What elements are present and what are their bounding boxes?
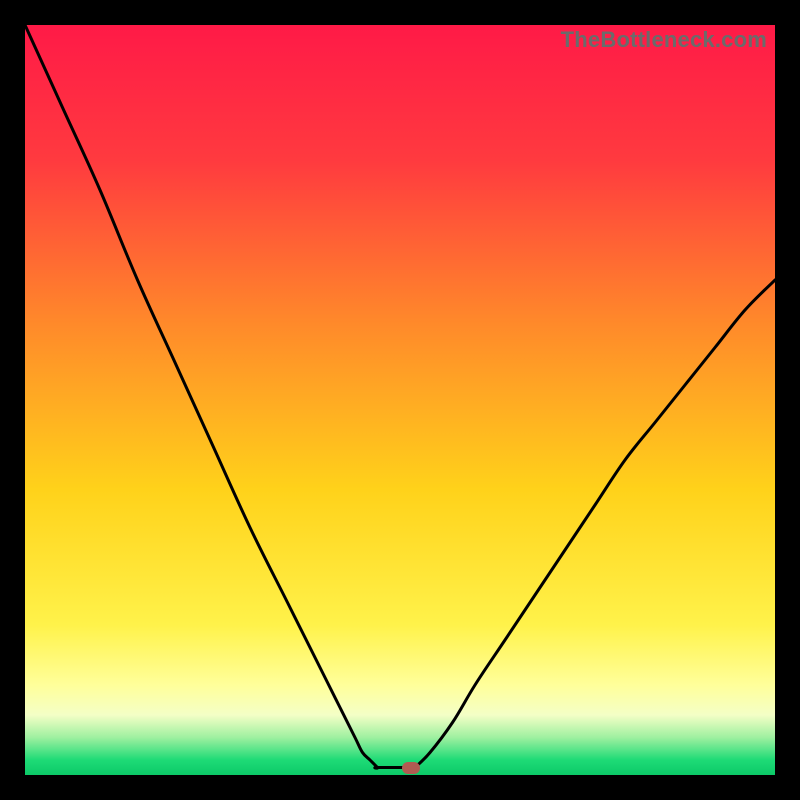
optimal-point-marker [402,762,420,774]
outer-frame: TheBottleneck.com [0,0,800,800]
plot-area: TheBottleneck.com [25,25,775,775]
bottleneck-curve [25,25,775,775]
